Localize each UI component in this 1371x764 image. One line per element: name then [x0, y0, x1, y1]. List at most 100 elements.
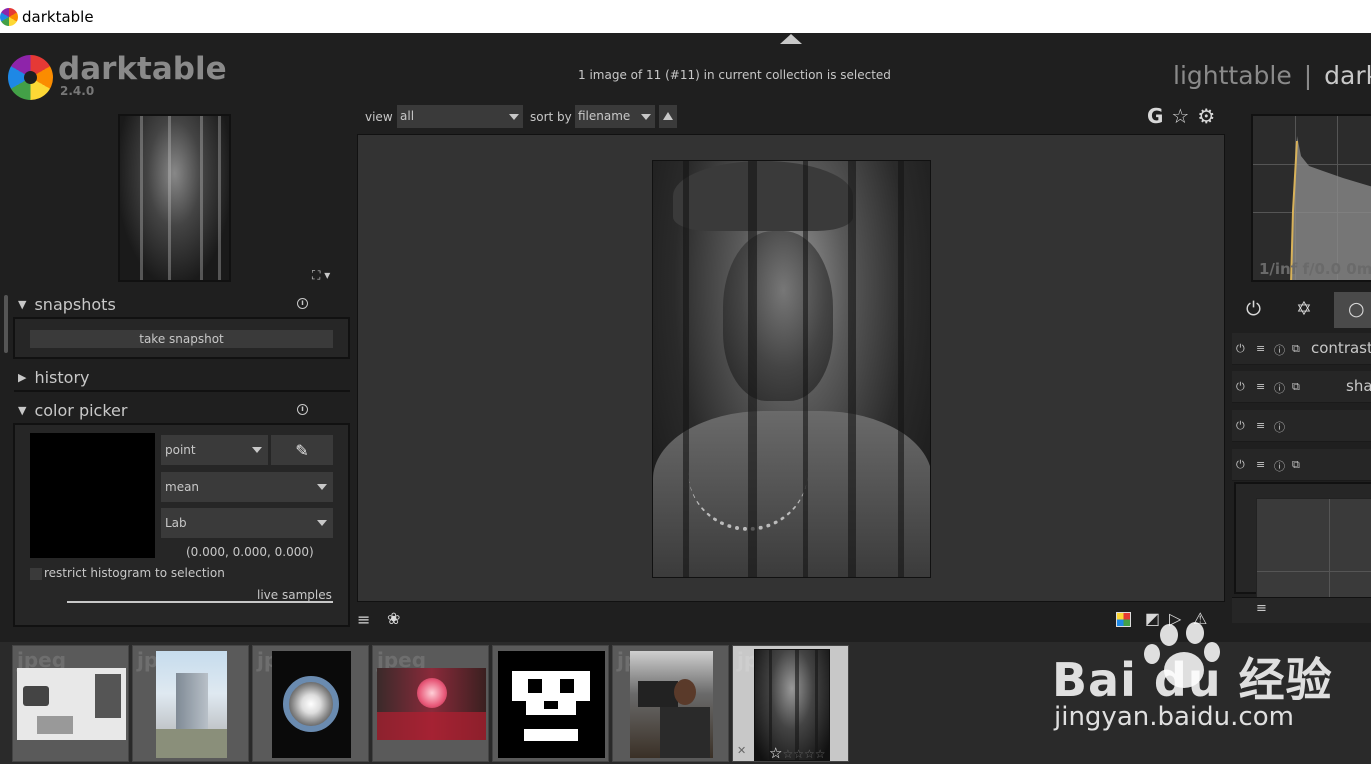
- filmstrip-thumb[interactable]: jpeg: [252, 645, 369, 762]
- logo-text: darktable: [58, 51, 227, 87]
- module-presets-icon[interactable]: ≡: [1256, 419, 1265, 432]
- chevron-down-icon: [317, 520, 327, 526]
- module-power-icon[interactable]: ⏻: [1236, 380, 1245, 394]
- gamut-check-icon[interactable]: ⚠: [1193, 609, 1207, 628]
- module-reset-icon[interactable]: ⓘ: [1274, 419, 1285, 435]
- navigation-thumbnail[interactable]: [118, 114, 231, 282]
- filmstrip: jpeg jpeg jpeg jpeg: [0, 642, 1371, 764]
- right-bottom-bar: ≡: [1232, 597, 1371, 623]
- module-power-icon[interactable]: ⏻: [1236, 458, 1245, 472]
- chevron-down-icon: [641, 114, 651, 120]
- picker-mode-select[interactable]: point: [161, 435, 268, 465]
- sort-select[interactable]: filename: [575, 105, 655, 128]
- module-row-sharpen[interactable]: ⏻ ≡ ⓘ ⧉ sha: [1232, 371, 1371, 403]
- window-title: darktable: [22, 7, 94, 26]
- histogram[interactable]: 1/inf f/0.0 0mm: [1251, 114, 1371, 282]
- view-switcher: lighttable | darkro: [1173, 61, 1371, 90]
- thumb-image: [156, 651, 227, 758]
- collapse-top-panel-arrow[interactable]: [780, 34, 802, 44]
- softproof-icon[interactable]: ▷: [1169, 609, 1181, 628]
- app-icon: [0, 7, 18, 26]
- module-presets-icon[interactable]: ≡: [1256, 380, 1265, 393]
- module-presets-icon[interactable]: ≡: [1256, 342, 1265, 355]
- favorites-star-icon[interactable]: ✡: [1296, 298, 1312, 320]
- live-samples-divider: [67, 601, 333, 603]
- collapsed-triangle-icon: ▶: [18, 371, 27, 384]
- left-panel-scrollbar[interactable]: [4, 295, 8, 353]
- history-header[interactable]: ▶ history: [18, 368, 90, 387]
- view-separator: |: [1303, 61, 1313, 90]
- presets-menu-icon[interactable]: ≡: [357, 610, 370, 629]
- filmstrip-thumb[interactable]: jpeg: [372, 645, 489, 762]
- star-rating[interactable]: ☆☆☆☆☆: [769, 744, 825, 762]
- presets-menu-icon[interactable]: ≡: [1256, 601, 1267, 616]
- filmstrip-thumb[interactable]: [492, 645, 609, 762]
- color-value-readout: (0.000, 0.000, 0.000): [186, 545, 314, 559]
- filmstrip-thumb[interactable]: jpeg: [12, 645, 129, 762]
- module-reset-icon[interactable]: ⓘ: [1274, 458, 1285, 474]
- thumb-image: [498, 651, 605, 758]
- thumb-image: [377, 668, 486, 740]
- statistic-value: mean: [165, 480, 200, 494]
- module-power-icon[interactable]: ⏻: [1236, 419, 1245, 433]
- picker-mode-value: point: [165, 443, 196, 457]
- reject-icon[interactable]: ✕: [737, 744, 746, 757]
- view-label: view: [365, 110, 393, 124]
- view-filter-select[interactable]: all: [397, 105, 523, 128]
- module-groups: ⏻ ✡ ○: [1240, 292, 1371, 328]
- sort-order-button[interactable]: [659, 105, 677, 128]
- module-instance-icon[interactable]: ⧉: [1292, 380, 1300, 394]
- module-reset-icon[interactable]: ⓘ: [1274, 342, 1285, 358]
- module-reset-icon[interactable]: ⓘ: [1274, 380, 1285, 396]
- snapshots-header[interactable]: ▼ snapshots: [18, 295, 116, 314]
- main-image[interactable]: [652, 160, 931, 578]
- view-filter-value: all: [400, 109, 415, 123]
- color-picker-header[interactable]: ▼ color picker: [18, 401, 127, 420]
- sort-value: filename: [578, 109, 631, 123]
- star-overlay-icon[interactable]: ☆: [1171, 104, 1189, 128]
- colorspace-select[interactable]: Lab: [161, 508, 333, 538]
- selection-info: 1 image of 11 (#11) in current collectio…: [578, 68, 891, 82]
- module-presets-icon[interactable]: ≡: [1256, 458, 1265, 471]
- divider: [14, 390, 350, 392]
- curve-graph[interactable]: [1256, 498, 1371, 598]
- filmstrip-thumb[interactable]: jpeg: [132, 645, 249, 762]
- view-darkroom[interactable]: darkro: [1324, 61, 1371, 90]
- eyedropper-button[interactable]: ✎: [271, 435, 333, 465]
- filmstrip-thumb-selected[interactable]: jpeg ✕ ☆☆☆☆☆: [732, 645, 849, 762]
- module-instance-icon[interactable]: ⧉: [1292, 342, 1300, 356]
- statistic-select[interactable]: mean: [161, 472, 333, 502]
- module-row[interactable]: ⏻ ≡ ⓘ ⧉: [1232, 449, 1371, 481]
- snapshots-title: snapshots: [34, 295, 116, 314]
- expand-triangle-icon: ▼: [18, 298, 27, 311]
- module-row-contrast[interactable]: ⏻ ≡ ⓘ ⧉ contrast: [1232, 333, 1371, 365]
- module-power-icon[interactable]: ⏻: [1236, 342, 1245, 356]
- gear-icon[interactable]: ⚙: [1197, 104, 1215, 128]
- toolbar-icons: G ☆ ⚙: [1147, 104, 1215, 128]
- circle-group-icon[interactable]: ○: [1348, 298, 1365, 320]
- styles-icon[interactable]: ❀: [387, 609, 400, 628]
- window-titlebar: darktable: [0, 0, 1371, 33]
- chevron-down-icon: [317, 484, 327, 490]
- view-lighttable[interactable]: lighttable: [1173, 61, 1292, 90]
- reset-icon[interactable]: ı: [297, 404, 308, 415]
- center-view[interactable]: [357, 134, 1225, 602]
- lighttable-toolbar: view all sort by filename G ☆ ⚙: [357, 104, 1225, 129]
- overexposed-icon[interactable]: ◩: [1145, 609, 1160, 628]
- reset-icon[interactable]: ı: [297, 298, 308, 309]
- grouping-icon[interactable]: G: [1147, 104, 1163, 128]
- module-row[interactable]: ⏻ ≡ ⓘ: [1232, 410, 1371, 442]
- sort-label: sort by: [530, 110, 572, 124]
- center-bottom-toolbar: ≡ ❀ ◩ ▷ ⚠: [357, 608, 1225, 634]
- power-icon[interactable]: ⏻: [1246, 298, 1261, 320]
- left-panel: ⛶ ▾ ▼ snapshots ı take snapshot ▶ histor…: [0, 105, 352, 627]
- star-icon[interactable]: ☆: [769, 744, 782, 762]
- color-assessment-icon[interactable]: [1116, 612, 1131, 627]
- zoom-fit-icon[interactable]: ⛶ ▾: [312, 268, 330, 283]
- take-snapshot-button[interactable]: take snapshot: [30, 330, 333, 348]
- histogram-curve: [1290, 136, 1371, 280]
- restrict-histogram-checkbox[interactable]: [30, 568, 42, 580]
- module-instance-icon[interactable]: ⧉: [1292, 458, 1300, 472]
- darktable-logo-icon: [8, 55, 53, 100]
- filmstrip-thumb[interactable]: jpeg: [612, 645, 729, 762]
